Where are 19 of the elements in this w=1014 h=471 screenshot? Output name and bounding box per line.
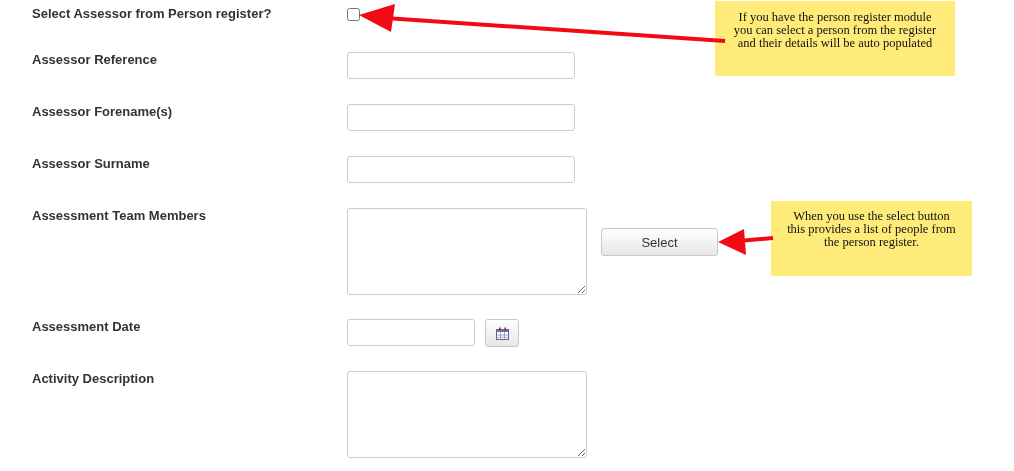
calendar-button[interactable] [485,319,519,347]
field-label: Select Assessor from Person register? [32,6,272,22]
field-label: Assessment Date [32,319,141,335]
callout-note: When you use the select button this provides a list of people from the person register. [771,201,972,276]
text-area[interactable] [347,371,587,458]
calendar-icon [495,326,509,340]
select-button[interactable]: Select [601,228,718,256]
field-label: Assessor Surname [32,156,150,172]
field-label: Assessor Reference [32,52,158,68]
text-field[interactable] [347,52,575,79]
field-label: Assessor Forename(s) [32,104,173,120]
text-field[interactable] [347,156,575,183]
checkbox[interactable] [347,8,360,21]
field-label: Assessment Team Members [32,208,206,224]
callout-note: If you have the person register module you can select a person from the register and their details will be auto populated [715,1,955,76]
text-area[interactable] [347,208,587,295]
date-field[interactable] [347,319,475,346]
text-field[interactable] [347,104,575,131]
field-label: Activity Description [32,371,155,387]
